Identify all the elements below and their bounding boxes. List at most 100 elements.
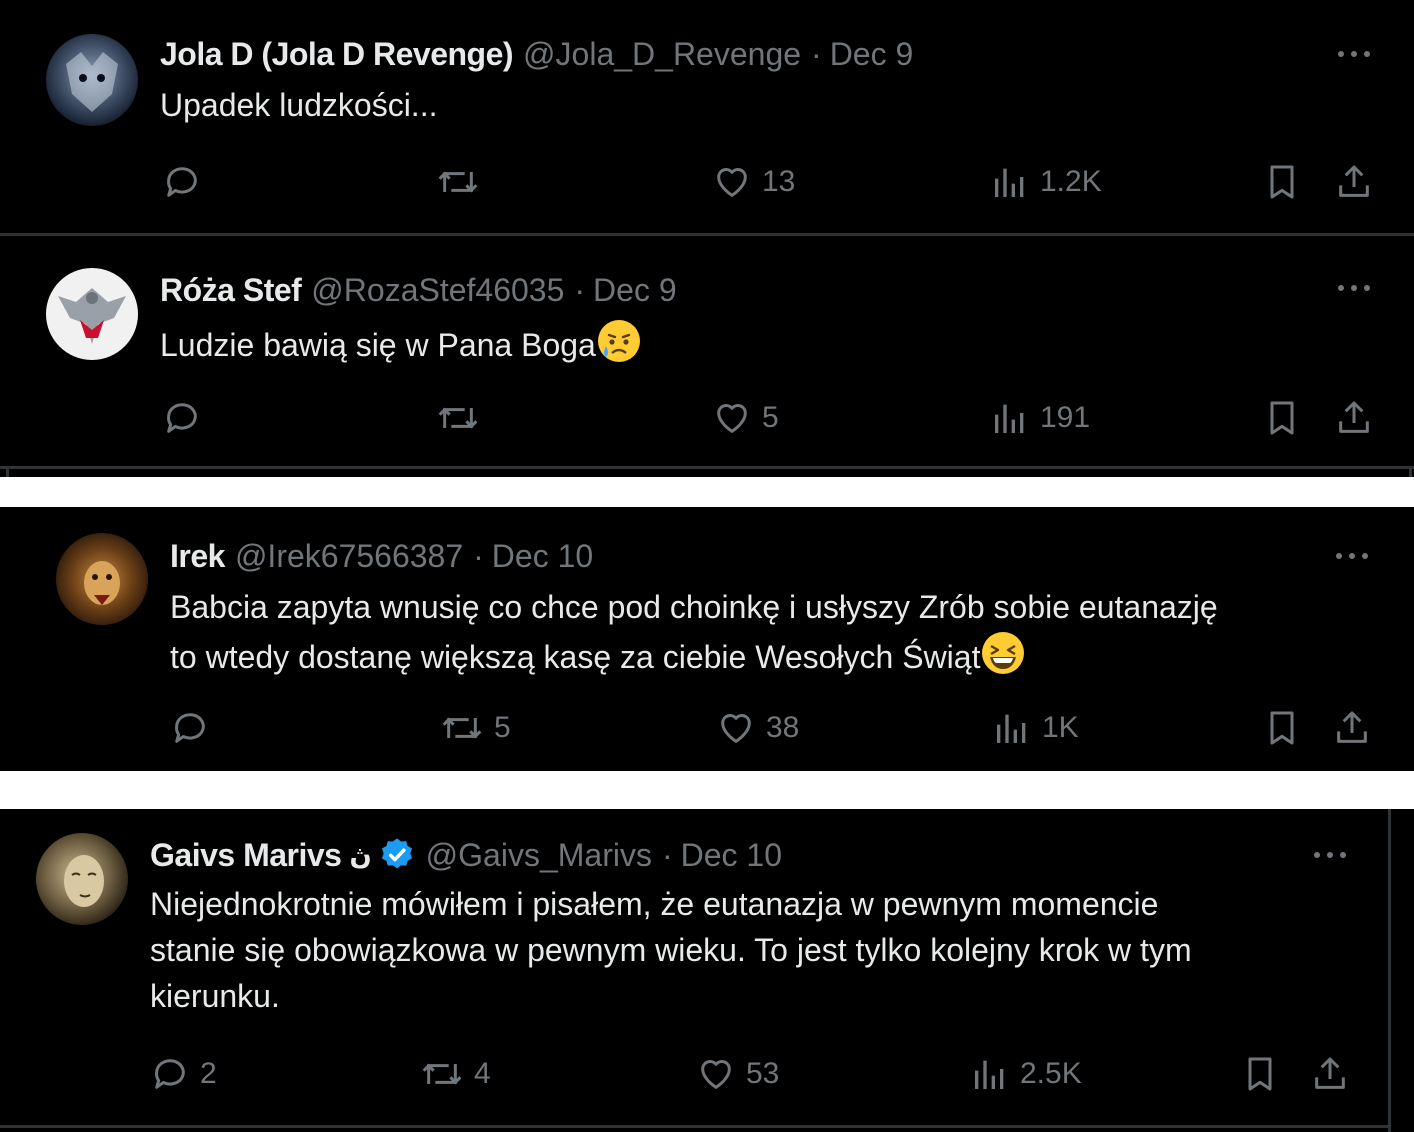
timestamp[interactable]: Dec 10 (492, 536, 593, 576)
bookmark-icon (1262, 708, 1302, 748)
share-button[interactable] (1334, 160, 1374, 204)
tweet-text: Babcia zapyta wnusię co chce pod choinkę… (170, 584, 1370, 680)
repost-icon (440, 708, 484, 748)
reply-icon (162, 398, 202, 438)
display-name[interactable]: Gaivs Marivs (150, 835, 342, 875)
name-suffix: ڽ (349, 840, 372, 870)
views-icon (992, 708, 1032, 748)
more-options-icon[interactable] (1334, 34, 1374, 74)
repost-count: 4 (474, 1057, 491, 1090)
repost-button[interactable] (436, 160, 490, 204)
bookmark-button[interactable] (1262, 396, 1302, 440)
like-button[interactable]: 13 (712, 160, 795, 204)
tweet[interactable]: Jola D (Jola D Revenge) @Jola_D_Revenge … (0, 0, 1414, 233)
separator: · (574, 272, 586, 308)
share-icon (1310, 1054, 1350, 1094)
timestamp[interactable]: Dec 10 (681, 835, 782, 875)
tweet-text-line: kierunku. (150, 978, 280, 1014)
tweet-text-line: to wtedy dostanę większą kasę za ciebie … (170, 630, 1370, 680)
tweet-text: Upadek ludzkości... (160, 87, 438, 123)
view-count: 1.2K (1040, 165, 1102, 198)
timestamp[interactable]: Dec 9 (593, 270, 677, 310)
handle[interactable]: @Gaivs_Marivs (426, 835, 652, 875)
avatar[interactable] (46, 34, 138, 126)
tweet-text-line-body: to wtedy dostanę większą kasę za ciebie … (170, 639, 981, 675)
heart-icon (696, 1054, 736, 1094)
reply-count: 2 (200, 1057, 217, 1090)
share-button[interactable] (1310, 1052, 1350, 1096)
views-button[interactable]: 1K (992, 706, 1079, 750)
tweet-text: Niejednokrotnie mówiłem i pisałem, że eu… (150, 881, 1350, 1019)
reply-button[interactable] (162, 160, 212, 204)
repost-icon (436, 398, 480, 438)
views-button[interactable]: 191 (990, 396, 1090, 440)
screenshot-panel-2: Irek @Irek67566387 · Dec 10 Babcia zapyt… (0, 507, 1414, 771)
timestamp[interactable]: Dec 9 (830, 34, 914, 74)
repost-button[interactable]: 5 (440, 706, 511, 750)
share-icon (1334, 398, 1374, 438)
separator: · (661, 837, 673, 873)
views-icon (970, 1054, 1010, 1094)
reply-icon (150, 1054, 190, 1094)
screenshot-panel-1: Jola D (Jola D Revenge) @Jola_D_Revenge … (0, 0, 1414, 477)
handle[interactable]: @RozaStef46035 (311, 270, 564, 310)
handle[interactable]: @Irek67566387 (235, 536, 463, 576)
like-button[interactable]: 5 (712, 396, 779, 440)
bookmark-icon (1262, 162, 1302, 202)
tweet-header: Irek @Irek67566387 · Dec 10 (170, 536, 593, 576)
bookmark-button[interactable] (1240, 1052, 1280, 1096)
display-name[interactable]: Jola D (Jola D Revenge) (160, 34, 514, 74)
share-button[interactable] (1332, 706, 1372, 750)
heart-icon (712, 162, 752, 202)
share-icon (1332, 708, 1372, 748)
bookmark-button[interactable] (1262, 706, 1302, 750)
views-icon (990, 162, 1030, 202)
repost-icon (420, 1054, 464, 1094)
verified-badge-icon (378, 836, 416, 874)
like-count: 53 (746, 1057, 780, 1090)
avatar[interactable] (56, 533, 148, 625)
views-button[interactable]: 1.2K (990, 160, 1102, 204)
more-options-icon[interactable] (1334, 268, 1374, 308)
share-icon (1334, 162, 1374, 202)
like-button[interactable]: 53 (696, 1052, 779, 1096)
reply-button[interactable] (170, 706, 220, 750)
display-name[interactable]: Róża Stef (160, 270, 302, 310)
avatar[interactable] (36, 833, 128, 925)
like-count: 5 (762, 401, 779, 434)
repost-button[interactable]: 4 (420, 1052, 491, 1096)
reply-icon (170, 708, 210, 748)
sad-relieved-face-emoji (596, 318, 642, 364)
more-options-icon[interactable] (1310, 835, 1350, 875)
view-count: 191 (1040, 401, 1091, 434)
tweet[interactable]: Róża Stef @RozaStef46035 · Dec 9 Ludzie … (0, 236, 1414, 466)
views-button[interactable]: 2.5K (970, 1052, 1082, 1096)
avatar[interactable] (46, 268, 138, 360)
more-options-icon[interactable] (1332, 536, 1372, 576)
bookmark-icon (1262, 398, 1302, 438)
tweet-text-line: stanie się obowiązkowa w pewnym wieku. T… (150, 932, 1192, 968)
tweet-text-body: Ludzie bawią się w Pana Boga (160, 327, 596, 363)
reply-button[interactable]: 2 (150, 1052, 217, 1096)
bookmark-icon (1240, 1054, 1280, 1094)
tweet-header: Gaivs Marivs ڽ @Gaivs_Marivs · Dec 10 (150, 835, 782, 875)
tweet-text-line: Babcia zapyta wnusię co chce pod choinkę… (170, 589, 1218, 625)
tweet-text-line: Niejednokrotnie mówiłem i pisałem, że eu… (150, 886, 1159, 922)
tweet-divider (0, 1125, 1388, 1128)
separator: · (811, 36, 822, 72)
reply-icon (162, 162, 202, 202)
tweet[interactable]: Gaivs Marivs ڽ @Gaivs_Marivs · Dec 10 Ni… (0, 809, 1388, 1125)
display-name[interactable]: Irek (170, 536, 225, 576)
separator: · (473, 538, 484, 574)
screenshot-panel-3: Gaivs Marivs ڽ @Gaivs_Marivs · Dec 10 Ni… (0, 809, 1414, 1132)
like-button[interactable]: 38 (716, 706, 799, 750)
view-count: 2.5K (1020, 1057, 1082, 1090)
view-count: 1K (1042, 711, 1079, 744)
handle[interactable]: @Jola_D_Revenge (523, 34, 801, 74)
tweet[interactable]: Irek @Irek67566387 · Dec 10 Babcia zapyt… (0, 507, 1414, 771)
repost-button[interactable] (436, 396, 490, 440)
bookmark-button[interactable] (1262, 160, 1302, 204)
tweet-text: Ludzie bawią się w Pana Boga (160, 318, 642, 368)
reply-button[interactable] (162, 396, 212, 440)
share-button[interactable] (1334, 396, 1374, 440)
